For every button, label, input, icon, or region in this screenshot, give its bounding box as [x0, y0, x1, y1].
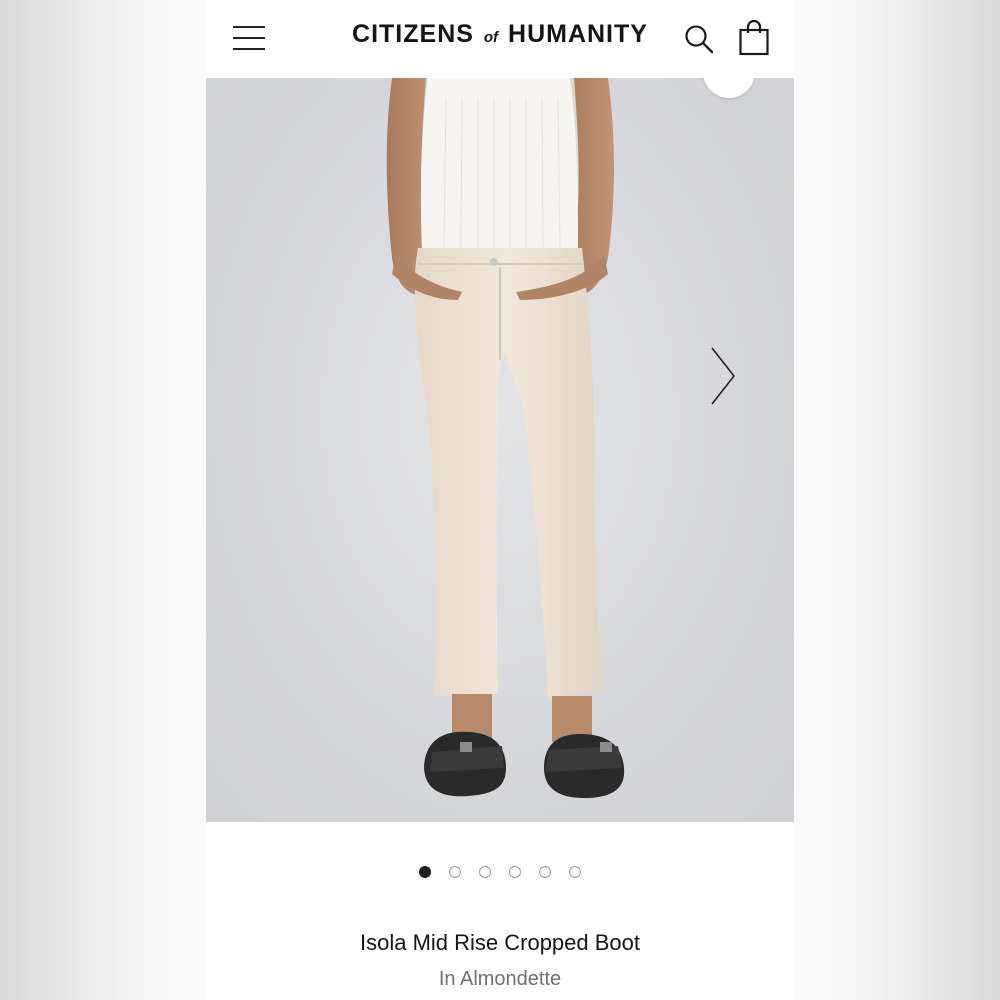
- search-icon[interactable]: [684, 24, 714, 54]
- gallery-pagination: [206, 866, 794, 884]
- brand-logo[interactable]: CITIZENS of HUMANITY: [350, 20, 650, 49]
- logo-word-humanity: HUMANITY: [508, 20, 648, 48]
- product-color: In Almondette: [438, 968, 562, 990]
- product-image[interactable]: [206, 78, 794, 822]
- product-photo: [386, 78, 625, 798]
- product-title: Isola Mid Rise Cropped Boot: [359, 930, 641, 955]
- pagination-dot-5[interactable]: [539, 866, 551, 878]
- pagination-dot-4[interactable]: [509, 866, 521, 878]
- logo-word-of: of: [483, 29, 499, 46]
- pagination-dot-2[interactable]: [449, 866, 461, 878]
- pagination-dot-1[interactable]: [419, 866, 431, 878]
- site-header: CITIZENS of HUMANITY: [206, 0, 794, 78]
- logo-word-citizens: CITIZENS: [352, 20, 474, 48]
- pagination-dot-3[interactable]: [479, 866, 491, 878]
- menu-icon[interactable]: [233, 26, 265, 50]
- chevron-right-icon[interactable]: [708, 344, 738, 408]
- shopping-bag-icon[interactable]: [738, 20, 770, 56]
- pagination-dot-6[interactable]: [569, 866, 581, 878]
- mobile-page: CITIZENS of HUMANITY Isola Mid Rise Crop…: [206, 0, 794, 1000]
